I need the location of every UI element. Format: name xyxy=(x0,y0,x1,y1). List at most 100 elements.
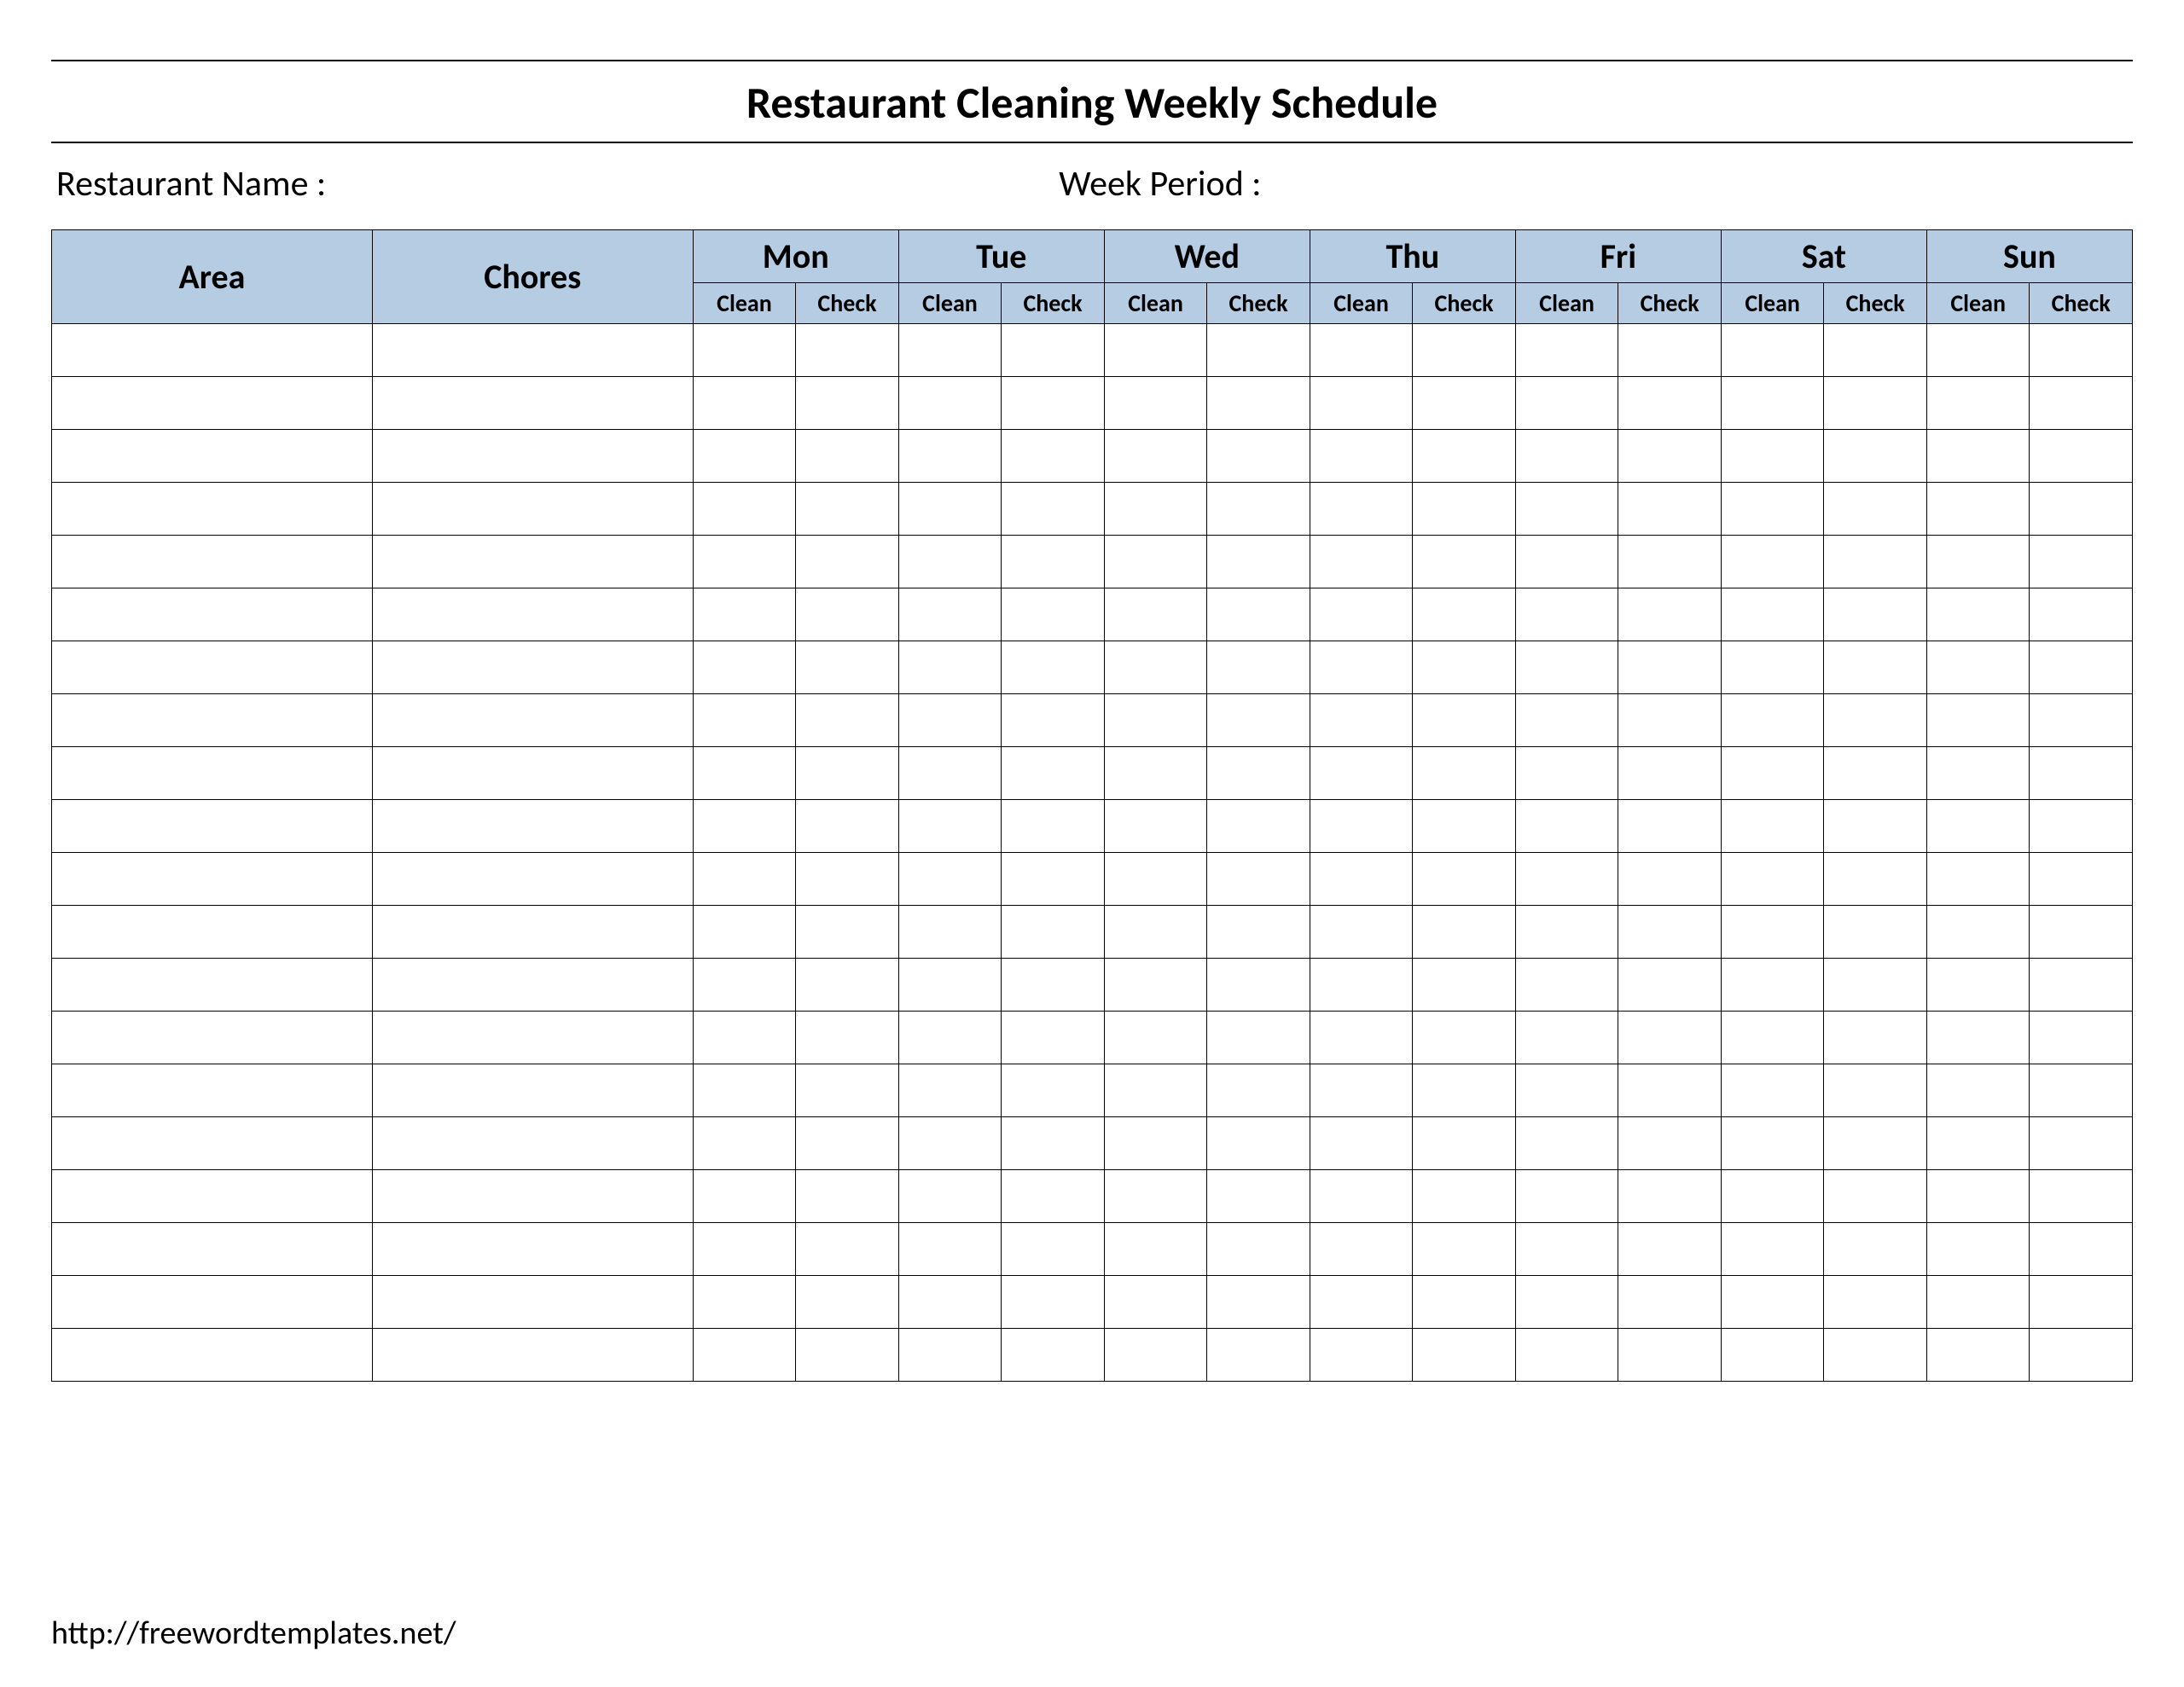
table-cell xyxy=(1824,483,1927,536)
table-cell xyxy=(1413,588,1516,641)
schedule-table: Area Chores Mon Tue Wed Thu Fri Sat Sun … xyxy=(51,229,2133,1382)
table-cell xyxy=(693,1170,796,1223)
table-cell xyxy=(1824,536,1927,588)
table-cell xyxy=(1926,1170,2030,1223)
table-cell xyxy=(1515,1170,1618,1223)
table-cell xyxy=(1618,1170,1722,1223)
table-cell xyxy=(1207,853,1310,906)
table-cell xyxy=(1310,1276,1413,1329)
table-cell xyxy=(1515,853,1618,906)
table-cell xyxy=(898,1117,1002,1170)
table-cell xyxy=(796,747,899,800)
table-cell xyxy=(1618,1064,1722,1117)
table-cell xyxy=(1310,853,1413,906)
table-cell xyxy=(372,588,693,641)
table-cell xyxy=(1207,906,1310,959)
table-cell xyxy=(2030,641,2133,694)
table-cell xyxy=(1926,1064,2030,1117)
table-cell xyxy=(1104,747,1207,800)
table-cell xyxy=(1926,1117,2030,1170)
table-cell xyxy=(1413,747,1516,800)
col-tue-clean: Clean xyxy=(898,283,1002,324)
table-cell xyxy=(1002,324,1105,377)
table-cell xyxy=(1515,694,1618,747)
table-cell xyxy=(1207,1012,1310,1064)
table-cell xyxy=(1104,1223,1207,1276)
table-cell xyxy=(2030,377,2133,430)
table-cell xyxy=(1207,1117,1310,1170)
table-cell xyxy=(1310,641,1413,694)
table-cell xyxy=(372,1012,693,1064)
table-cell xyxy=(1413,324,1516,377)
table-cell xyxy=(372,430,693,483)
table-row xyxy=(52,324,2133,377)
table-cell xyxy=(1310,1170,1413,1223)
table-cell xyxy=(1618,694,1722,747)
table-cell xyxy=(52,1064,373,1117)
table-cell xyxy=(693,1223,796,1276)
table-cell xyxy=(1207,430,1310,483)
col-fri-check: Check xyxy=(1618,283,1722,324)
table-cell xyxy=(693,1276,796,1329)
table-cell xyxy=(52,1276,373,1329)
table-cell xyxy=(1002,483,1105,536)
table-cell xyxy=(693,1117,796,1170)
table-cell xyxy=(372,1276,693,1329)
table-cell xyxy=(1310,588,1413,641)
table-cell xyxy=(1721,800,1824,853)
table-cell xyxy=(2030,1276,2133,1329)
table-cell xyxy=(2030,959,2133,1012)
table-cell xyxy=(1310,694,1413,747)
table-cell xyxy=(1515,536,1618,588)
table-cell xyxy=(52,906,373,959)
table-cell xyxy=(1002,641,1105,694)
table-cell xyxy=(1926,377,2030,430)
table-cell xyxy=(1824,1012,1927,1064)
table-cell xyxy=(898,1170,1002,1223)
table-cell xyxy=(1310,959,1413,1012)
table-cell xyxy=(796,483,899,536)
table-cell xyxy=(1413,694,1516,747)
table-cell xyxy=(1207,1170,1310,1223)
table-cell xyxy=(1104,377,1207,430)
meta-row: Restaurant Name : Week Period : xyxy=(56,162,2133,206)
table-cell xyxy=(1618,747,1722,800)
table-cell xyxy=(372,747,693,800)
table-cell xyxy=(898,430,1002,483)
table-cell xyxy=(1310,906,1413,959)
table-row xyxy=(52,1223,2133,1276)
table-cell xyxy=(693,747,796,800)
table-cell xyxy=(1515,800,1618,853)
table-cell xyxy=(372,694,693,747)
table-cell xyxy=(1413,377,1516,430)
table-cell xyxy=(1002,1064,1105,1117)
table-cell xyxy=(2030,853,2133,906)
table-cell xyxy=(2030,906,2133,959)
col-day-mon: Mon xyxy=(693,230,898,283)
table-cell xyxy=(1002,1329,1105,1382)
table-cell xyxy=(796,430,899,483)
table-cell xyxy=(1413,1223,1516,1276)
table-cell xyxy=(1104,800,1207,853)
table-cell xyxy=(693,377,796,430)
table-cell xyxy=(1413,1117,1516,1170)
table-cell xyxy=(1104,1012,1207,1064)
table-cell xyxy=(1721,483,1824,536)
table-cell xyxy=(1207,324,1310,377)
table-cell xyxy=(1207,588,1310,641)
table-row xyxy=(52,747,2133,800)
table-cell xyxy=(1413,1012,1516,1064)
table-cell xyxy=(796,853,899,906)
table-cell xyxy=(1002,1117,1105,1170)
table-cell xyxy=(1002,1170,1105,1223)
table-cell xyxy=(1926,1012,2030,1064)
table-cell xyxy=(2030,1117,2133,1170)
table-cell xyxy=(693,853,796,906)
table-cell xyxy=(1310,324,1413,377)
table-cell xyxy=(1310,430,1413,483)
table-cell xyxy=(1104,1117,1207,1170)
col-wed-clean: Clean xyxy=(1104,283,1207,324)
table-cell xyxy=(1721,1329,1824,1382)
table-cell xyxy=(1721,1223,1824,1276)
table-cell xyxy=(1824,694,1927,747)
